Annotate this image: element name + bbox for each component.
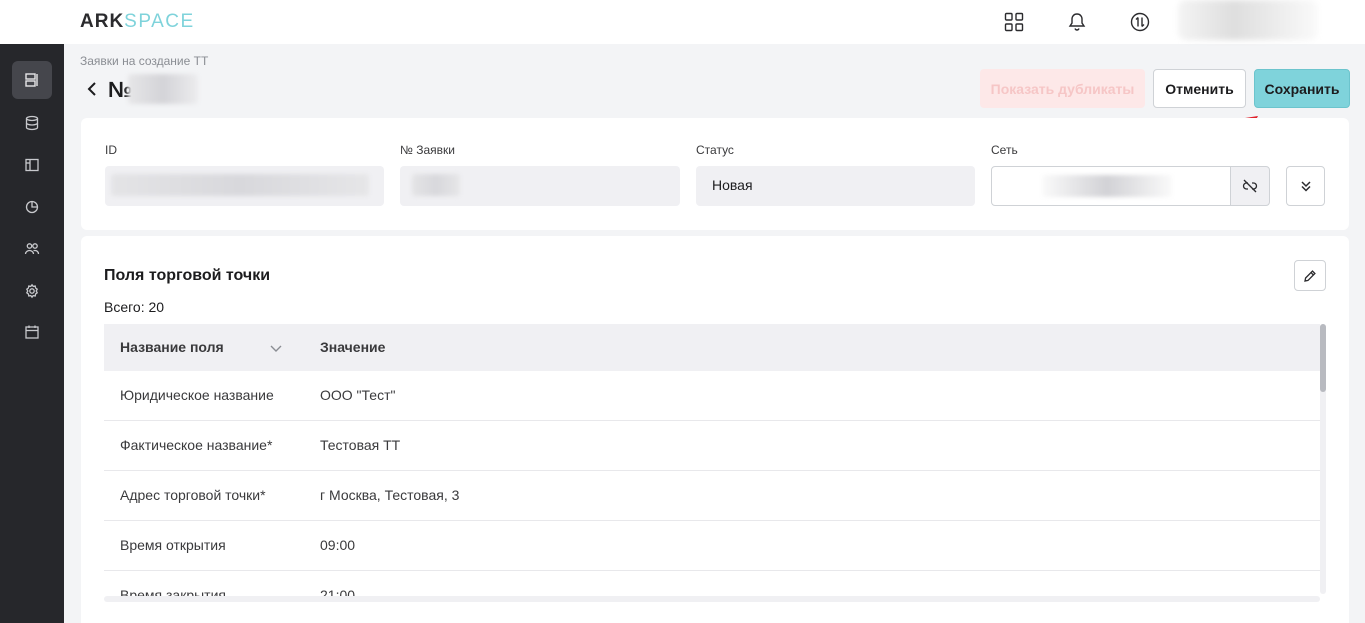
sidebar-item-database[interactable] — [12, 104, 52, 142]
database-icon — [25, 115, 39, 131]
table-row[interactable]: Время открытия 09:00 — [104, 521, 1320, 571]
field-label-status: Статус — [696, 143, 734, 157]
sidebar-item-requests[interactable] — [12, 61, 52, 99]
chevron-down-icon[interactable] — [268, 340, 284, 356]
network-input[interactable] — [991, 166, 1231, 206]
field-name-cell: Фактическое название* — [120, 437, 273, 453]
edit-button[interactable] — [1294, 260, 1326, 291]
pencil-icon — [1304, 269, 1316, 282]
unlink-icon — [1242, 179, 1258, 193]
sidebar-item-settings[interactable] — [12, 272, 52, 310]
request-number-value-redacted — [412, 174, 460, 196]
gear-icon — [25, 283, 39, 299]
field-label-network: Сеть — [991, 143, 1018, 157]
field-label-id: ID — [105, 143, 117, 157]
network-value-redacted — [1042, 175, 1172, 197]
save-button[interactable]: Сохранить — [1254, 69, 1350, 108]
sidebar-item-reports[interactable] — [12, 188, 52, 226]
notifications-button[interactable] — [1063, 8, 1091, 36]
field-value-cell: 21:00 — [320, 587, 356, 596]
pie-chart-icon — [25, 200, 39, 214]
sidebar-item-calendar[interactable] — [12, 313, 52, 351]
request-number-redacted — [128, 74, 198, 104]
vertical-scrollbar[interactable] — [1320, 324, 1326, 594]
store-fields-card: Поля торговой точки Всего: 20 Название п… — [81, 236, 1349, 623]
unlink-network-button[interactable] — [1230, 166, 1270, 206]
total-count: Всего: 20 — [104, 299, 165, 315]
show-duplicates-button[interactable]: Показать дубликаты — [980, 69, 1145, 108]
list-icon — [25, 73, 38, 87]
field-value-cell: Тестовая ТТ — [320, 437, 401, 453]
breadcrumb[interactable]: Заявки на создание ТТ — [80, 54, 208, 68]
field-value-cell: г Москва, Тестовая, 3 — [320, 487, 460, 503]
section-title: Поля торговой точки — [104, 267, 271, 284]
field-name-cell: Юридическое название — [120, 387, 274, 403]
table-row[interactable]: Адрес торговой точки* г Москва, Тестовая… — [104, 471, 1320, 521]
sync-button[interactable] — [1126, 8, 1154, 36]
apps-grid-button[interactable] — [1000, 8, 1028, 36]
table-header: Название поля Значение — [104, 324, 1320, 371]
column-header-value: Значение — [320, 339, 386, 355]
app-logo[interactable]: ARKSPACE — [80, 11, 195, 33]
request-info-card: ID № Заявки Статус Новая Сеть — [81, 118, 1349, 230]
status-field: Новая — [696, 166, 975, 206]
sidebar-item-users[interactable] — [12, 230, 52, 268]
request-number-field — [400, 166, 680, 206]
field-name-cell: Время открытия — [120, 537, 226, 553]
status-value: Новая — [712, 177, 753, 193]
chevron-left-icon — [87, 82, 96, 96]
fields-table: Название поля Значение Юридическое назва… — [104, 324, 1320, 596]
top-bar: ARKSPACE — [0, 0, 1365, 44]
id-value-redacted — [111, 174, 369, 196]
field-value-cell: 09:00 — [320, 537, 356, 553]
table-row[interactable]: Фактическое название* Тестовая ТТ — [104, 421, 1320, 471]
sidebar — [0, 0, 64, 623]
table-row[interactable]: Юридическое название ООО "Тест" — [104, 371, 1320, 421]
scrollbar-thumb[interactable] — [1320, 324, 1326, 392]
field-name-cell: Время закрытия — [120, 587, 226, 596]
user-profile[interactable] — [1178, 0, 1318, 40]
back-button[interactable] — [82, 78, 102, 100]
bell-icon — [1068, 13, 1086, 31]
field-value-cell: ООО "Тест" — [320, 387, 396, 403]
id-field — [105, 166, 384, 206]
column-header-field-name[interactable]: Название поля — [120, 339, 224, 355]
double-chevron-down-icon — [1300, 181, 1311, 192]
field-name-cell: Адрес торговой точки* — [120, 487, 266, 503]
sidebar-item-layout[interactable] — [12, 146, 52, 184]
sync-arrows-icon — [1130, 12, 1150, 32]
table-row[interactable]: Время закрытия 21:00 — [104, 571, 1320, 596]
field-label-request-number: № Заявки — [400, 143, 455, 157]
expand-button[interactable] — [1286, 166, 1325, 206]
calendar-icon — [25, 325, 39, 339]
horizontal-scrollbar[interactable] — [104, 596, 1320, 602]
users-icon — [24, 243, 40, 255]
grid-icon — [1004, 12, 1024, 32]
layout-icon — [25, 158, 39, 172]
cancel-button[interactable]: Отменить — [1153, 69, 1246, 108]
